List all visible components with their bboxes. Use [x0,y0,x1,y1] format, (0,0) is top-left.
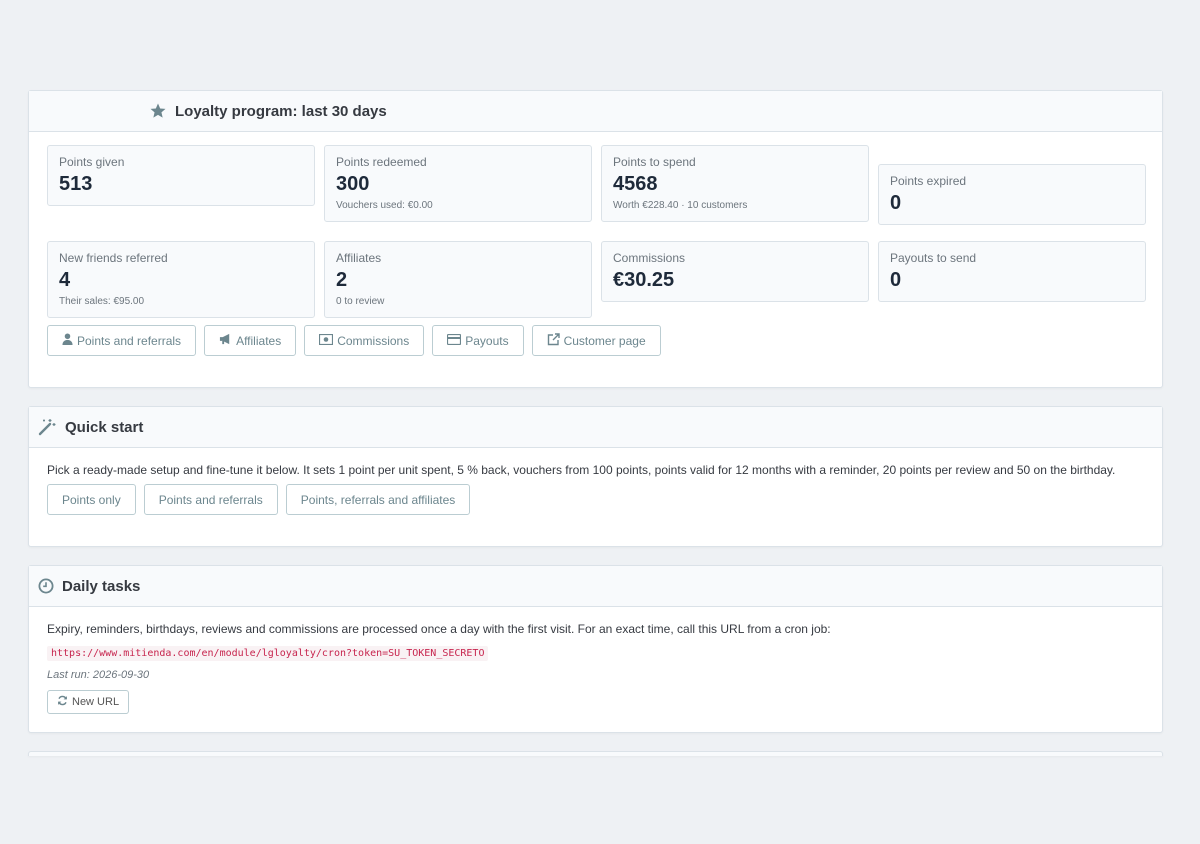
stat-card-affiliates: Affiliates 2 0 to review [324,241,592,318]
new-url-button[interactable]: New URL [47,690,130,714]
stat-label: Points to spend [613,155,696,169]
quickstart-body: Pick a ready-made setup and fine-tune it… [29,448,1162,529]
stat-value: 4568 [613,173,658,195]
stat-label: Points given [59,155,125,169]
external-link-icon [547,332,560,349]
stat-value: 4 [59,269,71,291]
customer-page-button[interactable]: Customer page [531,325,661,356]
button-label: Points and referrals [77,333,182,348]
stats-grid: Points given 513 Points redeemed 300 Vou… [47,145,1146,318]
stat-card-points-redeemed: Points redeemed 300 Vouchers used: €0.00 [324,145,592,222]
panel-title: Quick start [65,418,144,436]
stat-card-new-friends-referred: New friends referred 4 Their sales: €95.… [47,241,315,318]
stat-card-points-to-spend: Points to spend 4568 Worth €228.40 · 10 … [601,145,869,222]
money-icon [319,333,334,348]
stat-sub: 0 to review [336,296,385,307]
cron-url[interactable]: https://www.mitienda.com/en/module/lgloy… [47,646,489,661]
stat-value: 300 [336,173,370,195]
stat-card-points-expired: Points expired 0 [878,164,1146,225]
credit-card-icon [447,333,462,348]
stat-card-points-given: Points given 513 [47,145,315,206]
next-panel-partial [28,751,1163,756]
refresh-icon [57,695,68,709]
stat-sub: Worth €228.40 · 10 customers [613,200,748,211]
loyalty-panel-heading: Loyalty program: last 30 days [29,91,1162,132]
megaphone-icon [219,333,232,348]
quickstart-description: Pick a ready-made setup and fine-tune it… [47,463,1116,477]
daily-tasks-panel: Daily tasks Expiry, reminders, birthdays… [28,565,1163,733]
button-label: Affiliates [236,333,282,348]
stat-label: Affiliates [336,251,382,265]
stat-label: New friends referred [59,251,168,265]
daily-tasks-panel-heading: Daily tasks [29,566,1162,607]
preset-points-referrals-affiliates-button[interactable]: Points, referrals and affiliates [285,484,471,515]
button-label: Commissions [337,333,410,348]
clock-icon [38,578,54,594]
daily-tasks-body: Expiry, reminders, birthdays, reviews an… [29,607,1162,728]
last-run: Last run: 2026-09-30 [47,669,150,681]
preset-points-only-button[interactable]: Points only [47,484,136,515]
points-and-referrals-button[interactable]: Points and referrals [47,325,197,356]
quickstart-panel-heading: Quick start [29,407,1162,448]
payouts-button[interactable]: Payouts [432,325,524,356]
stat-sub: Their sales: €95.00 [59,296,145,307]
stat-card-commissions: Commissions €30.25 [601,241,869,302]
stat-label: Payouts to send [890,251,977,265]
quickstart-panel: Quick start Pick a ready-made setup and … [28,406,1163,547]
stat-label: Points redeemed [336,155,427,169]
stat-sub: Vouchers used: €0.00 [336,200,433,211]
affiliates-button[interactable]: Affiliates [204,325,297,356]
button-label: New URL [72,696,120,708]
button-label: Payouts [465,333,509,348]
stat-card-payouts-to-send: Payouts to send 0 [878,241,1146,302]
stat-value: 0 [890,269,902,291]
panel-title: Loyalty program: last 30 days [175,102,387,120]
button-label: Customer page [563,333,646,348]
stat-value: €30.25 [613,269,675,291]
stat-label: Points expired [890,174,967,188]
stat-value: 0 [890,192,902,214]
daily-tasks-description: Expiry, reminders, birthdays, reviews an… [47,622,831,636]
loyalty-panel: Loyalty program: last 30 days Points giv… [28,90,1163,388]
stat-value: 513 [59,173,93,195]
user-icon [62,333,73,348]
loyalty-button-row: Points and referrals Affiliates Commissi… [47,325,661,356]
panel-title: Daily tasks [62,577,141,595]
star-icon [149,102,167,120]
quickstart-button-row: Points only Points and referrals Points,… [47,484,1144,515]
stat-label: Commissions [613,251,686,265]
preset-points-and-referrals-button[interactable]: Points and referrals [143,484,278,515]
stat-value: 2 [336,269,348,291]
magic-wand-icon [38,418,56,436]
commissions-button[interactable]: Commissions [304,325,425,356]
